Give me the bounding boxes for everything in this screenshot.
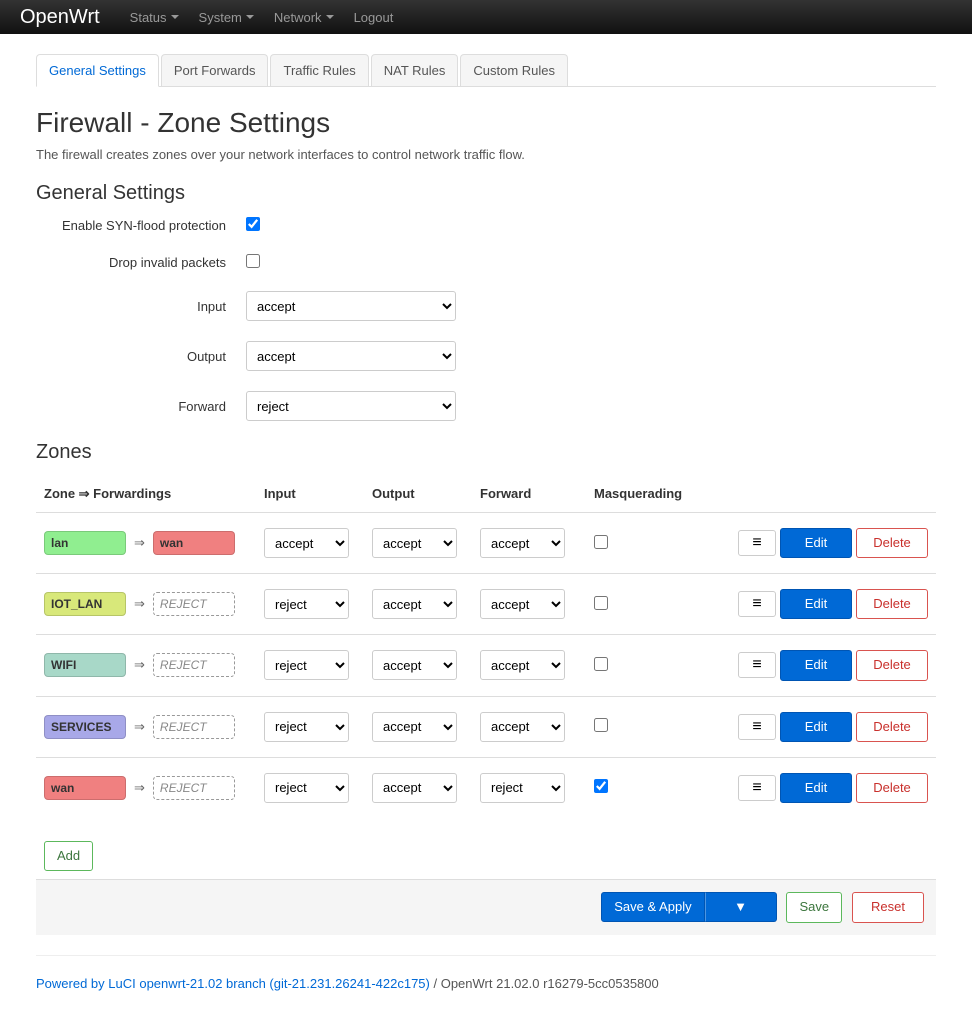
zone-output-select[interactable]: acceptrejectdrop	[372, 589, 457, 619]
zone-input-select[interactable]: acceptrejectdrop	[264, 712, 349, 742]
drag-handle[interactable]: ≡	[738, 591, 776, 617]
zone-badge: WIFI	[44, 653, 126, 677]
caret-icon	[246, 15, 254, 19]
forward-label: Forward	[36, 399, 246, 414]
add-button[interactable]: Add	[44, 841, 93, 871]
save-apply-button[interactable]: Save & Apply	[601, 892, 704, 922]
synflood-label: Enable SYN-flood protection	[36, 218, 246, 233]
zone-forward-select[interactable]: acceptrejectdrop	[480, 712, 565, 742]
drag-handle[interactable]: ≡	[738, 775, 776, 801]
output-label: Output	[36, 349, 246, 364]
output-select[interactable]: acceptrejectdrop	[246, 341, 456, 371]
zone-output-select[interactable]: acceptrejectdrop	[372, 712, 457, 742]
delete-button[interactable]: Delete	[856, 528, 928, 558]
caret-icon	[326, 15, 334, 19]
masquerading-checkbox[interactable]	[594, 657, 608, 671]
zone-output-select[interactable]: acceptrejectdrop	[372, 528, 457, 558]
page-lead: The firewall creates zones over your net…	[36, 147, 936, 162]
zone-row: SERVICES ⇒ REJECT acceptrejectdrop acceptrej…	[36, 696, 936, 757]
nav-item-logout[interactable]: Logout	[344, 0, 404, 35]
zone-forward-select[interactable]: acceptrejectdrop	[480, 650, 565, 680]
zones-table: Zone ⇒ Forwardings Input Output Forward …	[36, 476, 936, 818]
save-apply-dropdown[interactable]: ▼	[705, 892, 777, 922]
zone-output-select[interactable]: acceptrejectdrop	[372, 650, 457, 680]
synflood-checkbox[interactable]	[246, 217, 260, 231]
zone-row: WIFI ⇒ REJECT acceptrejectdrop acceptrejectd…	[36, 634, 936, 695]
masquerading-checkbox[interactable]	[594, 535, 608, 549]
nav-item-status[interactable]: Status	[120, 0, 189, 35]
edit-button[interactable]: Edit	[780, 773, 852, 803]
dropinvalid-checkbox[interactable]	[246, 254, 260, 268]
footer-link[interactable]: Powered by LuCI openwrt-21.02 branch (gi…	[36, 976, 430, 991]
tab-custom-rules[interactable]: Custom Rules	[460, 54, 568, 86]
caret-icon	[171, 15, 179, 19]
col-header-output: Output	[372, 486, 480, 502]
nav-item-system[interactable]: System	[189, 0, 264, 35]
zone-forward-select[interactable]: acceptrejectdrop	[480, 589, 565, 619]
arrow-icon: ⇒	[134, 657, 145, 673]
forward-select[interactable]: acceptrejectdrop	[246, 391, 456, 421]
footer-version: OpenWrt 21.02.0 r16279-5cc0535800	[441, 976, 659, 991]
tab-traffic-rules[interactable]: Traffic Rules	[270, 54, 368, 86]
forwarding-badge: REJECT	[153, 776, 235, 800]
delete-button[interactable]: Delete	[856, 589, 928, 619]
zone-badge: IOT_LAN	[44, 592, 126, 616]
masquerading-checkbox[interactable]	[594, 718, 608, 732]
input-select[interactable]: acceptrejectdrop	[246, 291, 456, 321]
footer: Powered by LuCI openwrt-21.02 branch (gi…	[36, 976, 936, 1011]
drag-handle[interactable]: ≡	[738, 714, 776, 740]
page-title: Firewall - Zone Settings	[36, 107, 936, 139]
zone-row: wan ⇒ REJECT acceptrejectdrop acceptrejectdr…	[36, 757, 936, 818]
col-header-forward: Forward	[480, 486, 588, 502]
edit-button[interactable]: Edit	[780, 528, 852, 558]
zone-badge: wan	[44, 776, 126, 800]
top-navbar: OpenWrt StatusSystemNetworkLogout	[0, 0, 972, 34]
tabs-bar: General SettingsPort ForwardsTraffic Rul…	[36, 54, 936, 87]
col-header-input: Input	[264, 486, 372, 502]
zones-heading: Zones	[36, 441, 936, 464]
zone-forward-select[interactable]: acceptrejectdrop	[480, 528, 565, 558]
reset-button[interactable]: Reset	[852, 892, 924, 922]
edit-button[interactable]: Edit	[780, 589, 852, 619]
brand-link[interactable]: OpenWrt	[20, 6, 100, 29]
forwarding-badge: REJECT	[153, 592, 235, 616]
nav-item-network[interactable]: Network	[264, 0, 344, 35]
tab-port-forwards[interactable]: Port Forwards	[161, 54, 269, 86]
general-heading: General Settings	[36, 182, 936, 205]
forwarding-badge: REJECT	[153, 653, 235, 677]
drag-handle[interactable]: ≡	[738, 530, 776, 556]
save-button[interactable]: Save	[786, 892, 842, 922]
edit-button[interactable]: Edit	[780, 650, 852, 680]
arrow-icon: ⇒	[134, 780, 145, 796]
masquerading-checkbox[interactable]	[594, 779, 608, 793]
arrow-icon: ⇒	[134, 719, 145, 735]
tab-nat-rules[interactable]: NAT Rules	[371, 54, 459, 86]
input-label: Input	[36, 299, 246, 314]
delete-button[interactable]: Delete	[856, 712, 928, 742]
zone-output-select[interactable]: acceptrejectdrop	[372, 773, 457, 803]
delete-button[interactable]: Delete	[856, 773, 928, 803]
zone-badge: SERVICES	[44, 715, 126, 739]
zone-forward-select[interactable]: acceptrejectdrop	[480, 773, 565, 803]
col-header-masq: Masquerading	[588, 486, 728, 502]
delete-button[interactable]: Delete	[856, 650, 928, 680]
tab-general-settings[interactable]: General Settings	[36, 54, 159, 87]
zone-input-select[interactable]: acceptrejectdrop	[264, 528, 349, 558]
arrow-icon: ⇒	[134, 535, 145, 551]
page-actions: Save & Apply ▼ Save Reset	[36, 879, 936, 934]
forwarding-badge: wan	[153, 531, 235, 555]
edit-button[interactable]: Edit	[780, 712, 852, 742]
arrow-icon: ⇒	[134, 596, 145, 612]
col-header-zone: Zone ⇒ Forwardings	[44, 486, 264, 502]
dropinvalid-label: Drop invalid packets	[36, 255, 246, 270]
masquerading-checkbox[interactable]	[594, 596, 608, 610]
zone-input-select[interactable]: acceptrejectdrop	[264, 773, 349, 803]
zone-row: lan ⇒ wan acceptrejectdrop acceptrejectdrop a…	[36, 512, 936, 573]
zone-input-select[interactable]: acceptrejectdrop	[264, 589, 349, 619]
zone-input-select[interactable]: acceptrejectdrop	[264, 650, 349, 680]
zone-badge: lan	[44, 531, 126, 555]
drag-handle[interactable]: ≡	[738, 652, 776, 678]
zone-row: IOT_LAN ⇒ REJECT acceptrejectdrop acceptreje…	[36, 573, 936, 634]
forwarding-badge: REJECT	[153, 715, 235, 739]
